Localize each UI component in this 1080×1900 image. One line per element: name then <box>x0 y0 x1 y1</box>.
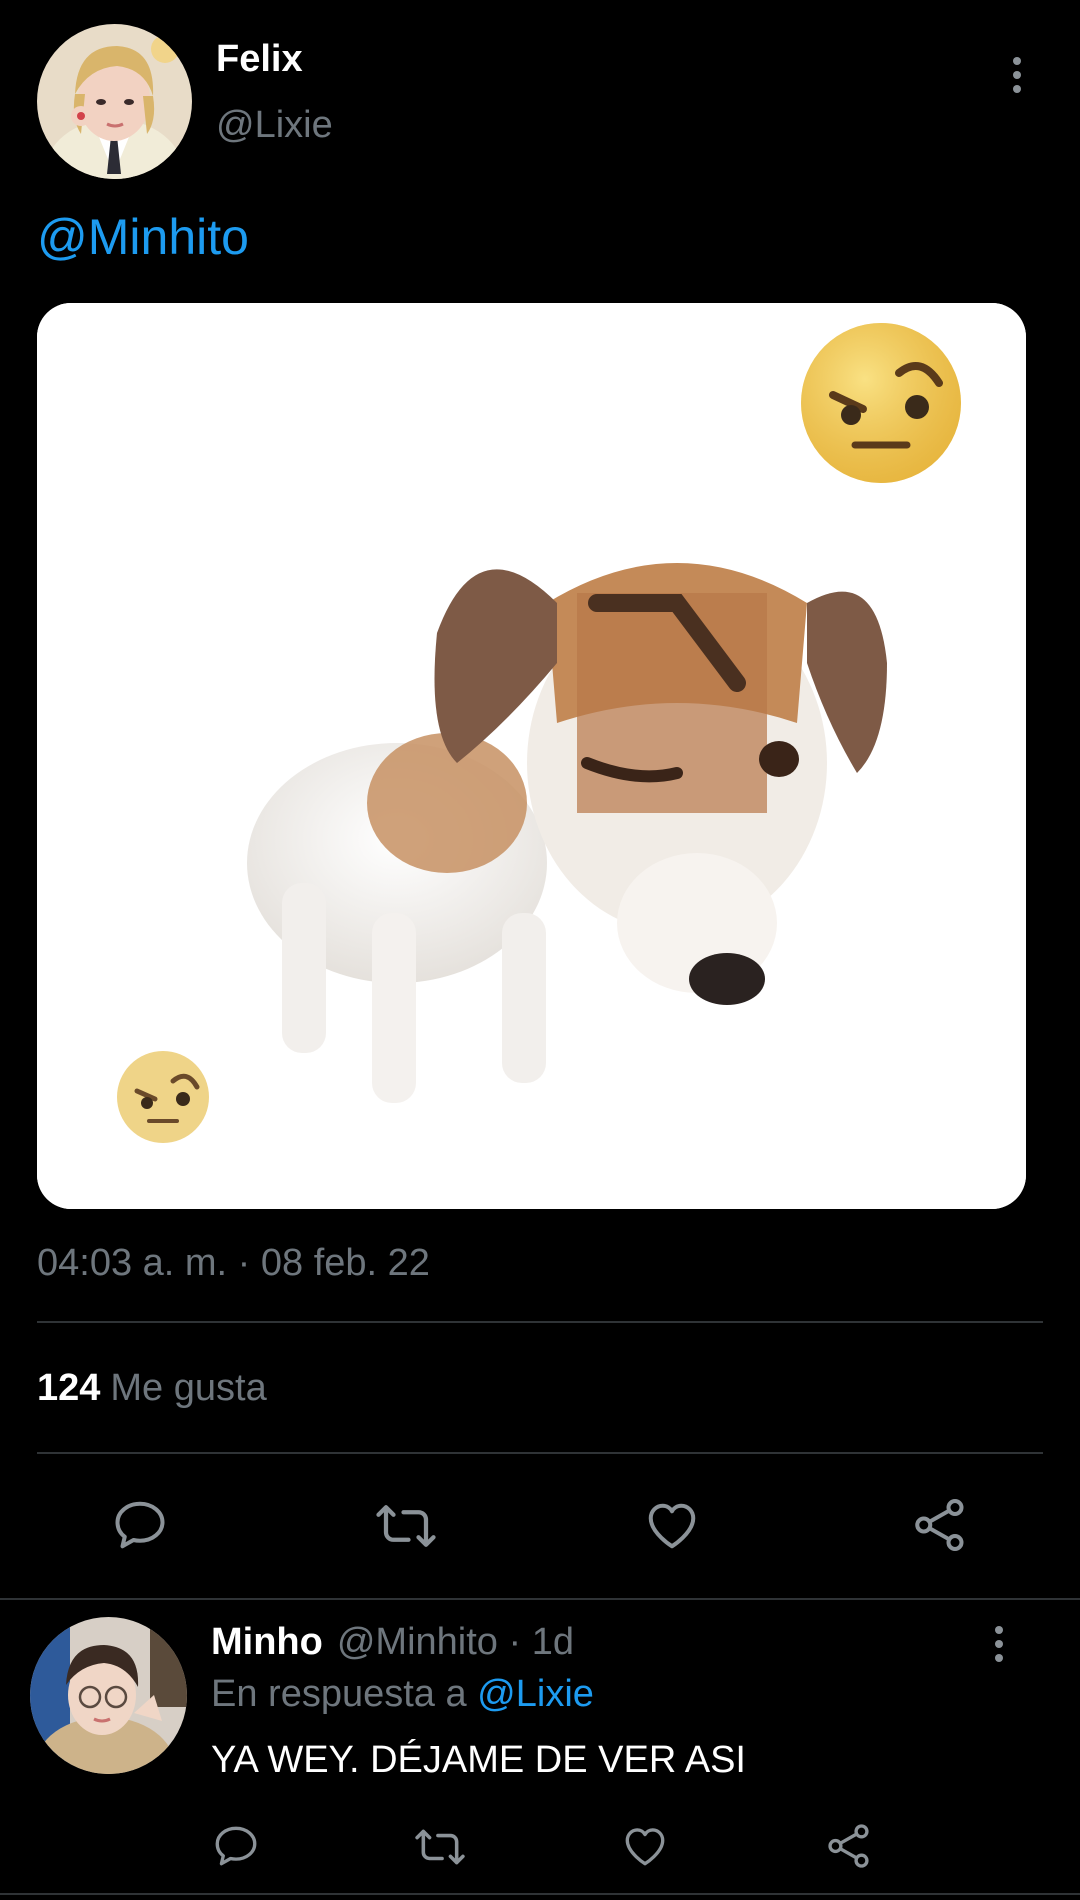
likes-summary[interactable]: 124 Me gusta <box>37 1367 267 1410</box>
likes-count: 124 <box>37 1367 101 1409</box>
divider <box>37 1452 1043 1454</box>
heart-icon[interactable] <box>642 1495 702 1555</box>
replying-to-handle[interactable]: @Lixie <box>477 1673 594 1715</box>
emoji-small <box>117 1051 209 1143</box>
author-handle[interactable]: @Lixie <box>216 104 333 147</box>
comment-icon[interactable] <box>110 1495 170 1555</box>
author-avatar[interactable] <box>37 24 192 179</box>
tweet-detail-page: Felix @Lixie @Minhito 04:03 a. m. · 08 f… <box>0 0 1080 1900</box>
reply-share-icon[interactable] <box>824 1821 874 1871</box>
tweet-timestamp[interactable]: 04:03 a. m. · 08 feb. 22 <box>37 1242 430 1285</box>
reply-author-name[interactable]: Minho <box>211 1621 323 1663</box>
reply-author-handle[interactable]: @Minhito · 1d <box>337 1621 574 1663</box>
divider <box>0 1598 1080 1600</box>
reply-more-options-icon[interactable] <box>979 1616 1019 1672</box>
retweet-icon[interactable] <box>373 1496 439 1556</box>
reply-author-avatar[interactable] <box>30 1617 187 1774</box>
reply-header: Minho @Minhito · 1d <box>211 1621 574 1664</box>
share-icon[interactable] <box>910 1495 970 1555</box>
emoji-big <box>801 323 961 483</box>
divider <box>0 1893 1080 1895</box>
author-name[interactable]: Felix <box>216 38 303 81</box>
more-options-icon[interactable] <box>997 47 1037 103</box>
tweet-text-mention[interactable]: @Minhito <box>37 208 249 266</box>
divider <box>37 1321 1043 1323</box>
replying-to-prefix: En respuesta a <box>211 1673 467 1715</box>
reply-heart-icon[interactable] <box>620 1821 670 1871</box>
reply-text: YA WEY. DÉJAME DE VER ASI <box>211 1739 746 1781</box>
tweet-media-image[interactable] <box>37 303 1026 1209</box>
reply-comment-icon[interactable] <box>211 1821 261 1871</box>
likes-label: Me gusta <box>110 1367 267 1409</box>
reply-retweet-icon[interactable] <box>412 1822 468 1872</box>
replying-to: En respuesta a @Lixie <box>211 1673 594 1716</box>
